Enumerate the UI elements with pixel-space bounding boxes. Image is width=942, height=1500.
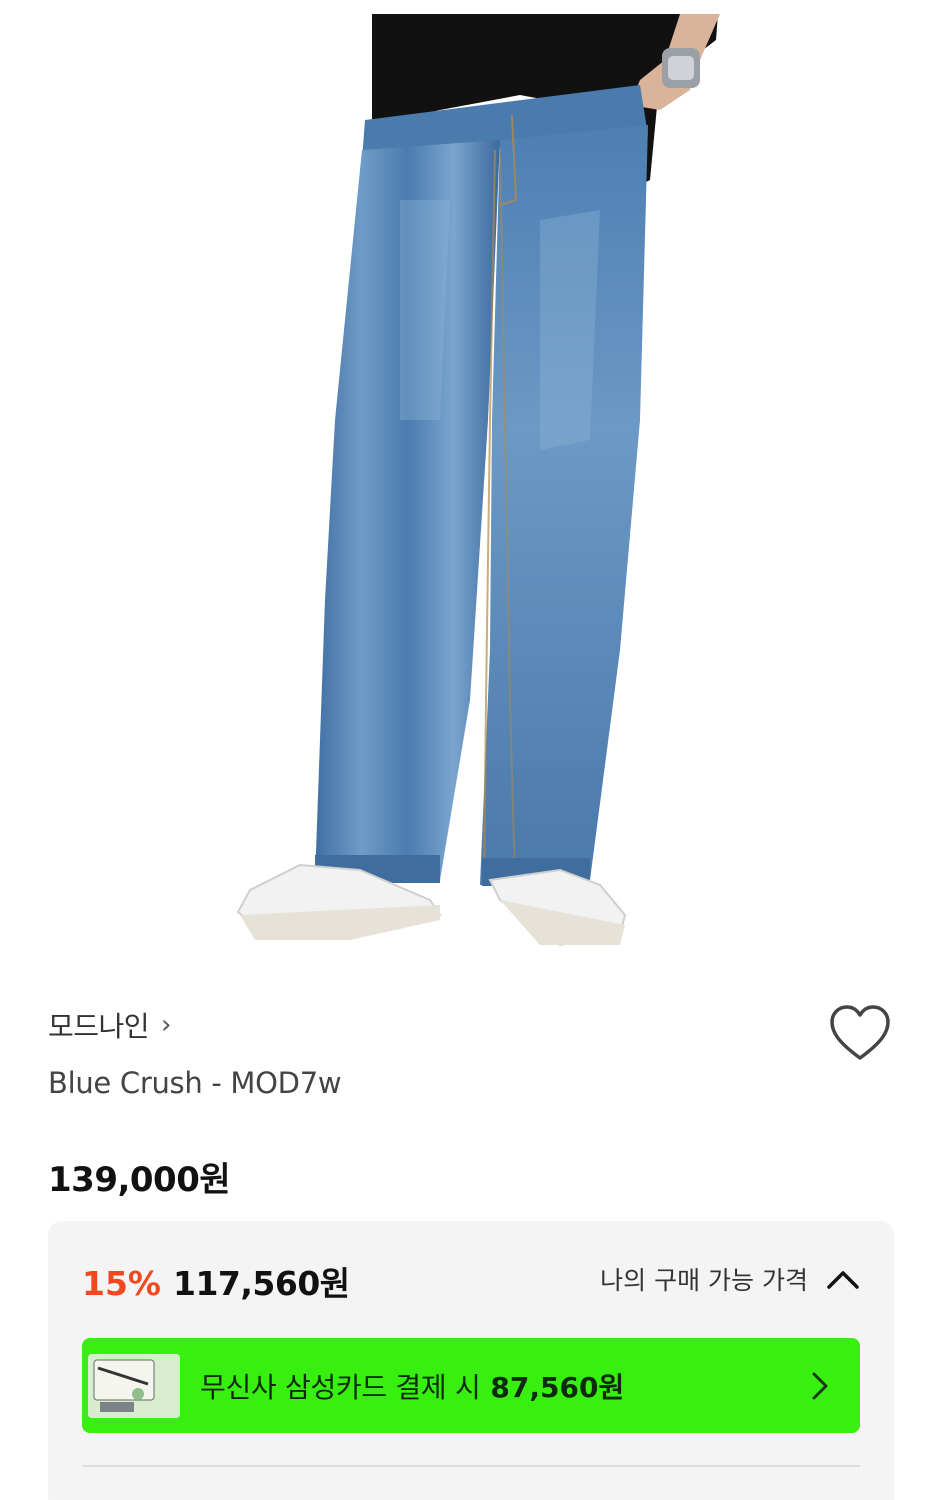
- card-promo-banner[interactable]: 무신사 삼성카드 결제 시 87,560원: [82, 1338, 860, 1433]
- my-price-label: 나의 구매 가능 가격: [600, 1266, 808, 1295]
- chevron-right-icon: ›: [161, 1010, 172, 1040]
- like-button[interactable]: [826, 1002, 894, 1064]
- price-box: 15% 117,560원 나의 구매 가능 가격 무신사 삼성카드 결제 시 8…: [48, 1221, 894, 1500]
- product-name: Blue Crush - MOD7w: [48, 1066, 342, 1100]
- discounted-price: 117,560원: [173, 1264, 350, 1303]
- my-price-toggle[interactable]: 나의 구매 가능 가격: [600, 1261, 860, 1297]
- card-thumbnail: [88, 1353, 180, 1418]
- card-promo-text: 무신사 삼성카드 결제 시: [200, 1370, 481, 1404]
- card-promo-price: 87,560원: [490, 1370, 625, 1404]
- original-price: 139,000원: [48, 1160, 231, 1200]
- heart-icon: [830, 1005, 890, 1060]
- product-photo: [236, 14, 720, 947]
- divider: [82, 1465, 860, 1467]
- chevron-up-icon: [827, 1271, 859, 1289]
- card-image-icon: [88, 1353, 180, 1418]
- brand-link[interactable]: 모드나인 ›: [48, 1005, 171, 1045]
- discount-row: 15% 117,560원: [82, 1257, 350, 1305]
- brand-name: 모드나인: [48, 1010, 150, 1043]
- chevron-right-icon: [812, 1372, 828, 1400]
- product-image[interactable]: [0, 0, 942, 975]
- discount-rate: 15%: [82, 1264, 161, 1303]
